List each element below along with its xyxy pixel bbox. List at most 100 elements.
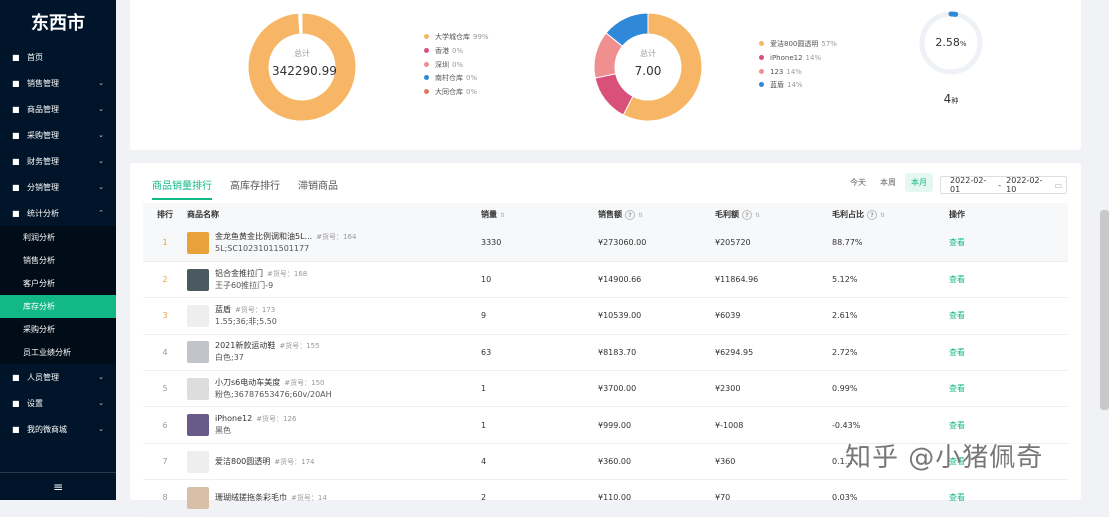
- filter-month[interactable]: 本月: [905, 173, 933, 192]
- sidebar-subitem-4[interactable]: 采购分析: [0, 318, 116, 341]
- box-icon: ■: [12, 105, 22, 114]
- legend-dot: [759, 82, 764, 87]
- product-cell: 小刀s6电动车美度#货号：150粉色;36787653476;60v/20AH: [183, 371, 477, 407]
- sidebar-subitem-2[interactable]: 客户分析: [0, 272, 116, 295]
- sales-cell: ¥999.00: [594, 407, 711, 443]
- col-header-5[interactable]: 毛利占比?⇅: [828, 203, 945, 225]
- donut1-slice-4[interactable]: [301, 13, 302, 34]
- sidebar-item-0[interactable]: ■首页: [0, 44, 116, 70]
- menu-collapse-button[interactable]: ≡: [0, 472, 116, 500]
- profit-cell: ¥70: [711, 480, 828, 516]
- tab-2[interactable]: 滞销商品: [298, 177, 338, 200]
- sidebar-item2-2[interactable]: ■我的微商城⌄: [0, 416, 116, 442]
- table-row: 1金龙鱼黄金比例调和油5L...#货号：1645L;SC102310115011…: [143, 225, 1068, 261]
- product-line: 珊瑚绒搓拖条彩毛巾#货号：14: [215, 492, 327, 504]
- view-button[interactable]: 查看: [949, 493, 965, 502]
- col-header-2[interactable]: 销量⇅: [477, 203, 594, 225]
- product-image: [187, 305, 209, 327]
- qty-cell: 2: [477, 480, 594, 516]
- product-image: [187, 487, 209, 509]
- view-button[interactable]: 查看: [949, 311, 965, 320]
- qty-cell: 3330: [477, 225, 594, 261]
- view-button[interactable]: 查看: [949, 384, 965, 393]
- product-info: 金龙鱼黄金比例调和油5L...#货号：1645L;SC1023101150117…: [215, 231, 356, 255]
- view-button[interactable]: 查看: [949, 421, 965, 430]
- sidebar-item-4[interactable]: ■财务管理⌄: [0, 148, 116, 174]
- sidebar-subitem-1[interactable]: 销售分析: [0, 249, 116, 272]
- help-icon[interactable]: ?: [625, 210, 635, 220]
- tab-1[interactable]: 高库存排行: [230, 177, 280, 200]
- filter-today[interactable]: 今天: [850, 177, 866, 188]
- rank-cell: 8: [143, 480, 183, 516]
- col-header-0: 排行: [143, 203, 183, 225]
- product-cell: 珊瑚绒搓拖条彩毛巾#货号：14: [183, 480, 477, 516]
- gauge-unit: %: [960, 40, 967, 48]
- sidebar-item-label: 人员管理: [27, 372, 59, 383]
- view-button[interactable]: 查看: [949, 457, 965, 466]
- legend-pct: 0%: [466, 88, 477, 96]
- product-line: 蓝盾#货号：173: [215, 304, 277, 316]
- sidebar-item-1[interactable]: ■销售管理⌄: [0, 70, 116, 96]
- sidebar-item2-1[interactable]: ■设置⌄: [0, 390, 116, 416]
- sidebar-item-2[interactable]: ■商品管理⌄: [0, 96, 116, 122]
- legend-pct: 14%: [787, 81, 803, 89]
- sales-cell: ¥110.00: [594, 480, 711, 516]
- sidebar-item-6[interactable]: ■统计分析⌃: [0, 200, 116, 226]
- sort-icon[interactable]: ⇅: [500, 212, 505, 219]
- help-icon[interactable]: ?: [742, 210, 752, 220]
- table-row: 2铝合金推拉门#货号：168王子60推拉门-910¥14900.66¥11864…: [143, 261, 1068, 297]
- view-button[interactable]: 查看: [949, 348, 965, 357]
- profit-cell: ¥2300: [711, 371, 828, 407]
- scrollbar[interactable]: [1100, 210, 1109, 410]
- col-header-4[interactable]: 毛利额?⇅: [711, 203, 828, 225]
- sales-cell: ¥360.00: [594, 443, 711, 479]
- rank-cell: 5: [143, 371, 183, 407]
- product-name: iPhone12: [215, 414, 252, 423]
- sidebar-item-label: 商品管理: [27, 104, 59, 115]
- table-row: 6iPhone12#货号：126黑色1¥999.00¥-1008-0.43%查看: [143, 407, 1068, 443]
- col-header-3[interactable]: 销售额?⇅: [594, 203, 711, 225]
- donut2-legend-item: iPhone1214%: [759, 52, 837, 66]
- ranking-panel: 商品销量排行高库存排行滞销商品 今天 本周 本月 2022-02-01 - 20…: [130, 163, 1081, 500]
- action-cell: 查看: [945, 298, 1068, 334]
- date-range-picker[interactable]: 2022-02-01 - 2022-02-10 ▭: [940, 176, 1067, 194]
- sort-icon[interactable]: ⇅: [755, 212, 760, 219]
- product-code: #货号：155: [279, 342, 319, 350]
- sidebar-subitem-0[interactable]: 利润分析: [0, 226, 116, 249]
- legend-dot: [424, 89, 429, 94]
- legend-name: 大学城仓库: [435, 33, 470, 41]
- sidebar-item-3[interactable]: ■采购管理⌄: [0, 122, 116, 148]
- product-cell: 蓝盾#货号：1731.55;36;非;5.50: [183, 298, 477, 334]
- donut2-legend-item: 12314%: [759, 66, 837, 80]
- ratio-cell: 0.99%: [828, 371, 945, 407]
- ranking-table: 排行商品名称销量⇅销售额?⇅毛利额?⇅毛利占比?⇅操作 1金龙鱼黄金比例调和油5…: [143, 203, 1068, 517]
- product-line: 铝合金推拉门#货号：168: [215, 268, 307, 280]
- product-info: 蓝盾#货号：1731.55;36;非;5.50: [215, 304, 277, 328]
- product-sku: 1.55;36;非;5.50: [215, 316, 277, 328]
- col-header-label: 销量: [481, 210, 497, 219]
- sidebar-subitem-3[interactable]: 库存分析: [0, 295, 116, 318]
- col-header-label: 毛利占比: [832, 210, 864, 219]
- sidebar-subitem-5[interactable]: 员工业绩分析: [0, 341, 116, 364]
- filter-week[interactable]: 本周: [880, 177, 896, 188]
- action-cell: 查看: [945, 261, 1068, 297]
- action-cell: 查看: [945, 225, 1068, 261]
- product-image: [187, 232, 209, 254]
- tab-0[interactable]: 商品销量排行: [152, 177, 212, 200]
- view-button[interactable]: 查看: [949, 275, 965, 284]
- sidebar-item-label: 首页: [27, 52, 43, 63]
- product-line: iPhone12#货号：126: [215, 413, 296, 425]
- product-image: [187, 378, 209, 400]
- view-button[interactable]: 查看: [949, 238, 965, 247]
- help-icon[interactable]: ?: [867, 210, 877, 220]
- sidebar-item-5[interactable]: ■分销管理⌄: [0, 174, 116, 200]
- sidebar-item2-0[interactable]: ■人员管理⌄: [0, 364, 116, 390]
- legend-dot: [424, 34, 429, 39]
- action-cell: 查看: [945, 371, 1068, 407]
- sort-icon[interactable]: ⇅: [880, 212, 885, 219]
- date-start: 2022-02-01: [950, 176, 993, 194]
- table-row: 42021新款运动鞋#货号：155白色;3763¥8183.70¥6294.95…: [143, 334, 1068, 370]
- product-name: 小刀s6电动车美度: [215, 378, 280, 387]
- profit-cell: ¥6039: [711, 298, 828, 334]
- sort-icon[interactable]: ⇅: [638, 212, 643, 219]
